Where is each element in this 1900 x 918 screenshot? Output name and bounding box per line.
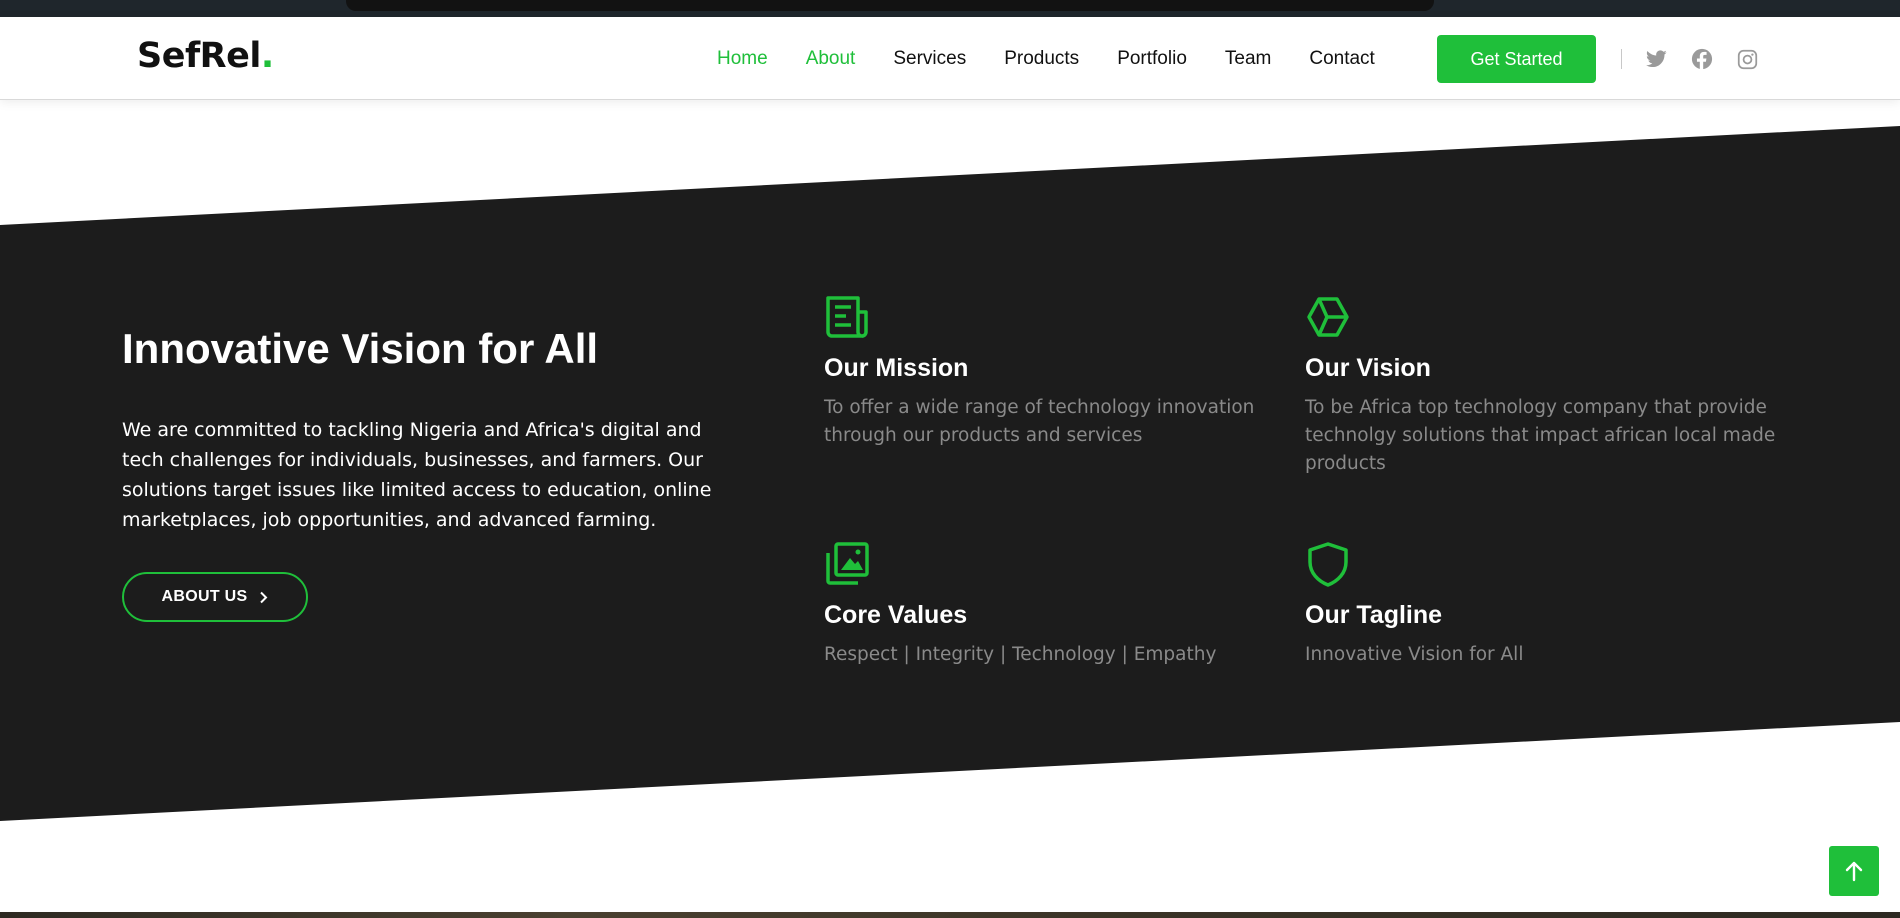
about-title: Innovative Vision for All xyxy=(122,325,599,372)
browser-toolbar-strip xyxy=(0,0,1900,17)
nav-team[interactable]: Team xyxy=(1225,48,1271,70)
chevron-right-icon xyxy=(260,591,268,603)
card-core-values-title: Core Values xyxy=(824,601,968,629)
get-started-button[interactable]: Get Started xyxy=(1437,35,1596,83)
arrow-up-icon xyxy=(1845,861,1863,882)
nav-contact[interactable]: Contact xyxy=(1309,48,1374,70)
card-tagline-title: Our Tagline xyxy=(1305,601,1443,629)
nav-products[interactable]: Products xyxy=(1004,48,1079,70)
card-mission-text: To offer a wide range of technology inno… xyxy=(824,397,1255,446)
box-icon xyxy=(1307,297,1349,337)
facebook-icon[interactable] xyxy=(1691,48,1713,70)
nav-portfolio[interactable]: Portfolio xyxy=(1117,48,1187,70)
card-vision-text: To be Africa top technology company that… xyxy=(1305,397,1776,474)
card-core-values-text: Respect | Integrity | Technology | Empat… xyxy=(824,644,1217,665)
main-nav: Home About Services Products Portfolio T… xyxy=(717,48,1413,70)
browser-url-bar[interactable] xyxy=(346,0,1434,11)
about-us-button[interactable]: ABOUT US xyxy=(122,572,308,622)
card-vision-title: Our Vision xyxy=(1305,354,1431,382)
header-divider xyxy=(1621,49,1622,69)
card-mission-title: Our Mission xyxy=(824,354,969,382)
card-vision: Our Vision To be Africa top technology c… xyxy=(1305,294,1785,478)
nav-home[interactable]: Home xyxy=(717,48,768,70)
nav-services[interactable]: Services xyxy=(893,48,966,70)
shield-icon xyxy=(1308,542,1348,587)
scroll-to-top-button[interactable] xyxy=(1829,846,1879,896)
next-section-edge xyxy=(0,912,1900,918)
images-icon xyxy=(826,542,869,585)
about-description: We are committed to tackling Nigeria and… xyxy=(122,419,712,531)
nav-about[interactable]: About xyxy=(806,48,856,70)
about-us-label: ABOUT US xyxy=(161,588,248,605)
site-logo[interactable]: SefRel. xyxy=(137,36,274,76)
card-tagline: Our Tagline Innovative Vision for All xyxy=(1305,541,1785,669)
newspaper-icon xyxy=(826,296,868,338)
twitter-icon[interactable] xyxy=(1645,48,1667,70)
card-mission: Our Mission To offer a wide range of tec… xyxy=(824,294,1264,450)
site-header: SefRel. Home About Services Products Por… xyxy=(0,17,1900,100)
instagram-icon[interactable] xyxy=(1736,48,1758,70)
card-core-values: Core Values Respect | Integrity | Techno… xyxy=(824,541,1264,669)
card-tagline-text: Innovative Vision for All xyxy=(1305,644,1524,665)
